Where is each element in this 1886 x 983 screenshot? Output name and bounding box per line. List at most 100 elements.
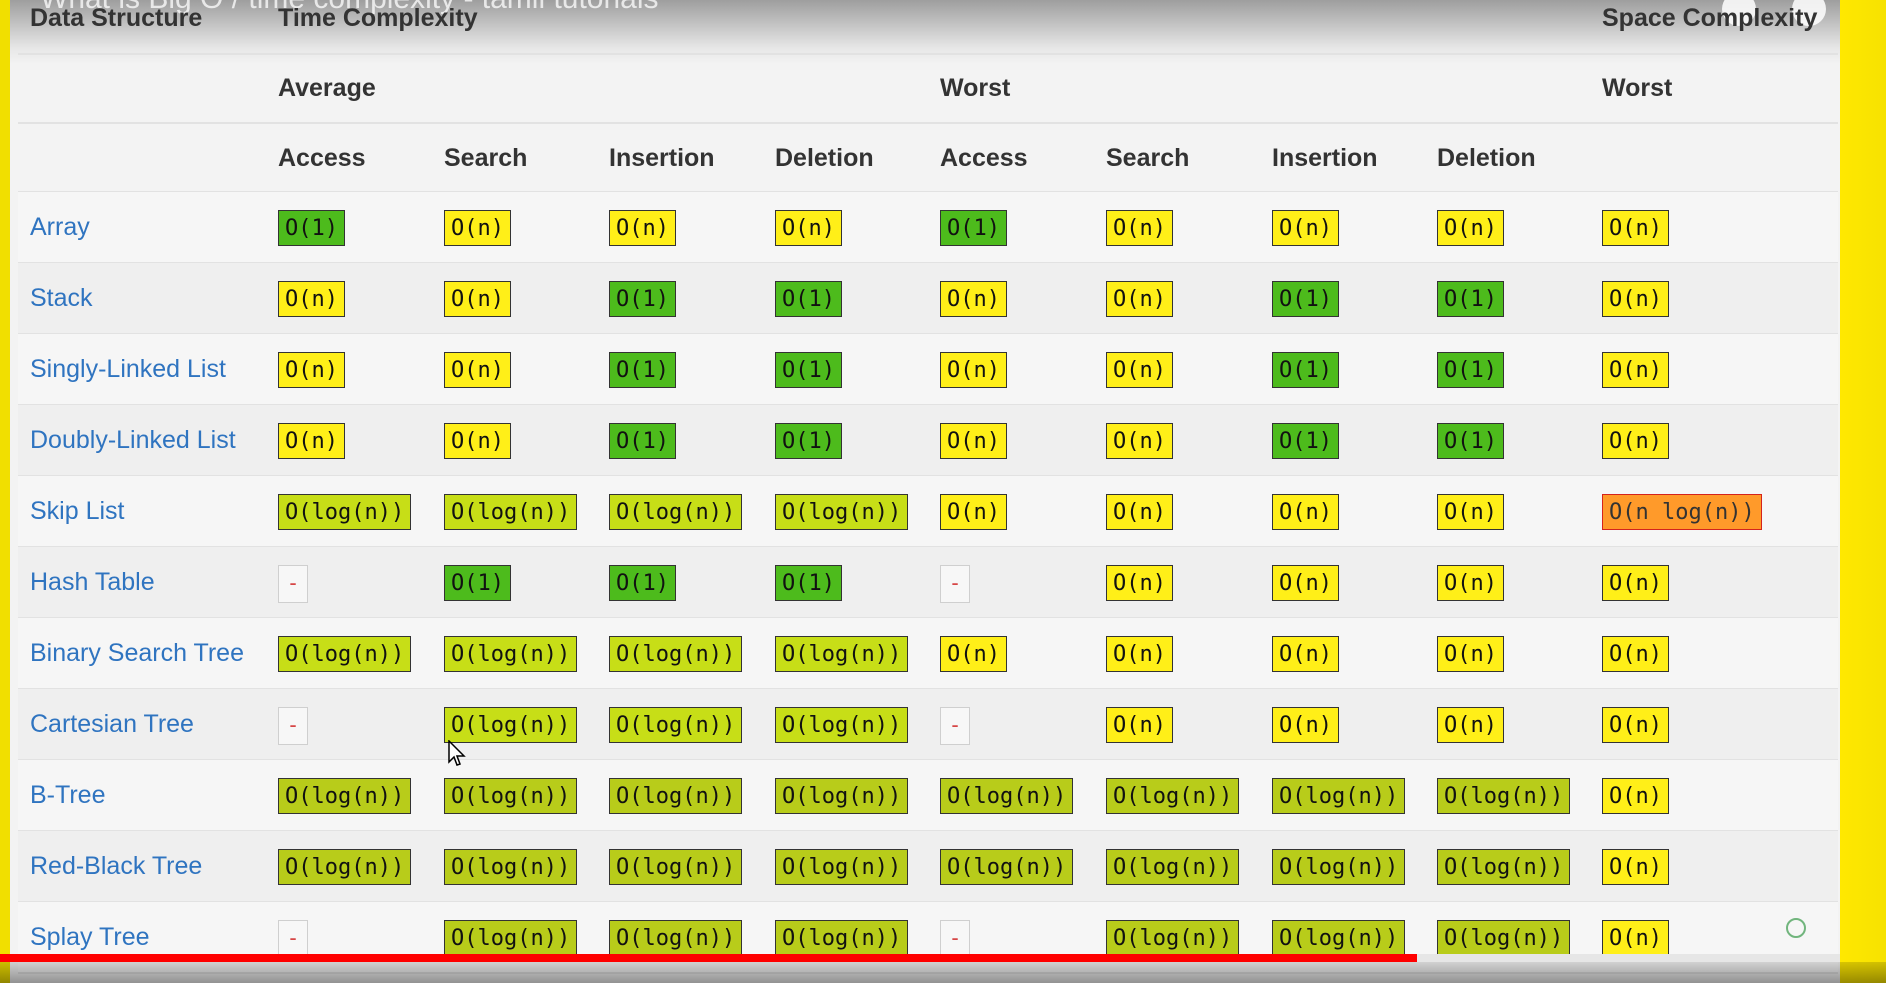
- complexity-badge: O(n): [1602, 636, 1669, 672]
- col-header-space-complexity: Space Complexity: [1602, 4, 1818, 32]
- complexity-badge: O(1): [1437, 352, 1504, 388]
- complexity-empty-cell: -: [940, 707, 970, 745]
- complexity-badge: O(1): [609, 281, 676, 317]
- complexity-badge: O(log(n)): [1272, 849, 1406, 885]
- table-row: Binary Search Tree O(log(n)) O(log(n)) O(lo…: [18, 618, 1838, 690]
- complexity-badge: O(n): [1272, 565, 1339, 601]
- complexity-badge: O(log(n)): [1437, 778, 1571, 814]
- complexity-badge: O(log(n)): [444, 920, 578, 956]
- complexity-badge: O(1): [609, 423, 676, 459]
- complexity-badge: O(log(n)): [775, 707, 909, 743]
- complexity-badge: O(1): [1437, 281, 1504, 317]
- complexity-empty-cell: -: [278, 565, 308, 603]
- data-structure-link[interactable]: Cartesian Tree: [30, 689, 194, 760]
- complexity-badge: O(log(n)): [444, 494, 578, 530]
- op-header-search: Search: [1106, 144, 1190, 172]
- op-header-insertion: Insertion: [609, 144, 715, 172]
- table-row: Singly-Linked List O(n) O(n) O(1) O(1) O(n) O(…: [18, 334, 1838, 406]
- complexity-badge: O(log(n)): [1106, 920, 1240, 956]
- complexity-badge: O(n): [278, 423, 345, 459]
- data-structure-link[interactable]: Skip List: [30, 476, 124, 547]
- table-row: Skip List O(log(n)) O(log(n)) O(log(n)) O(lo…: [18, 476, 1838, 548]
- data-structure-link[interactable]: Red-Black Tree: [30, 831, 202, 902]
- complexity-badge: O(log(n)): [940, 849, 1074, 885]
- complexity-badge: O(log(n)): [444, 636, 578, 672]
- complexity-badge: O(n): [1272, 636, 1339, 672]
- table-row: Doubly-Linked List O(n) O(n) O(1) O(1) O(n) O(…: [18, 405, 1838, 477]
- complexity-badge: O(n): [940, 636, 1007, 672]
- complexity-badge: O(log(n)): [609, 778, 743, 814]
- video-progress-bar[interactable]: [0, 954, 1840, 962]
- complexity-badge: O(n): [278, 352, 345, 388]
- left-yellow-border: [0, 0, 10, 983]
- data-structure-link[interactable]: Hash Table: [30, 547, 155, 618]
- complexity-badge: O(log(n)): [1272, 778, 1406, 814]
- complexity-badge: O(n): [1602, 707, 1669, 743]
- complexity-badge: O(n): [940, 352, 1007, 388]
- data-structure-link[interactable]: B-Tree: [30, 760, 105, 831]
- complexity-badge: O(n log(n)): [1602, 494, 1762, 530]
- data-structure-link[interactable]: Stack: [30, 263, 93, 334]
- col-header-time-complexity: Time Complexity: [278, 4, 478, 32]
- complexity-badge: O(log(n)): [1437, 920, 1571, 956]
- complexity-badge: O(log(n)): [609, 849, 743, 885]
- op-header-deletion: Deletion: [1437, 144, 1536, 172]
- complexity-badge: O(log(n)): [609, 494, 743, 530]
- complexity-badge: O(log(n)): [775, 778, 909, 814]
- complexity-badge: O(n): [1106, 210, 1173, 246]
- complexity-empty-cell: -: [278, 707, 308, 745]
- complexity-badge: O(n): [1437, 636, 1504, 672]
- complexity-badge: O(n): [940, 423, 1007, 459]
- complexity-badge: O(1): [444, 565, 511, 601]
- complexity-badge: O(n): [444, 423, 511, 459]
- complexity-badge: O(n): [1602, 565, 1669, 601]
- subheader-space-worst: Worst: [1602, 74, 1673, 102]
- complexity-badge: O(log(n)): [1106, 849, 1240, 885]
- op-header-insertion: Insertion: [1272, 144, 1378, 172]
- complexity-badge: O(1): [1272, 352, 1339, 388]
- complexity-badge: O(1): [609, 352, 676, 388]
- complexity-badge: O(log(n)): [609, 920, 743, 956]
- table-row: B-Tree O(log(n)) O(log(n)) O(log(n)) O(log(n…: [18, 760, 1838, 832]
- data-structure-link[interactable]: Binary Search Tree: [30, 618, 244, 689]
- complexity-badge: O(1): [775, 352, 842, 388]
- video-player-controls[interactable]: [0, 962, 1886, 983]
- complexity-badge: O(n): [1272, 707, 1339, 743]
- data-structure-link[interactable]: Doubly-Linked List: [30, 405, 236, 476]
- data-structure-link[interactable]: Singly-Linked List: [30, 334, 226, 405]
- complexity-badge: O(n): [444, 352, 511, 388]
- complexity-badge: O(n): [940, 494, 1007, 530]
- header-divider: [18, 53, 1838, 55]
- complexity-badge: O(log(n)): [775, 920, 909, 956]
- table-row: Red-Black Tree O(log(n)) O(log(n)) O(log(n)…: [18, 831, 1838, 903]
- complexity-badge: O(1): [1272, 423, 1339, 459]
- complexity-badge: O(log(n)): [940, 778, 1074, 814]
- op-header-access: Access: [278, 144, 366, 172]
- complexity-badge: O(log(n)): [444, 707, 578, 743]
- complexity-badge: O(n): [1106, 494, 1173, 530]
- complexity-badge: O(log(n)): [775, 849, 909, 885]
- complexity-badge: O(1): [1437, 423, 1504, 459]
- table-row: Array O(1) O(n) O(n) O(n) O(1) O(n) O(n) O(n) O(n…: [18, 192, 1838, 264]
- guvi-watermark-icon: [1786, 914, 1832, 942]
- complexity-badge: O(n): [1602, 352, 1669, 388]
- complexity-badge: O(log(n)): [775, 494, 909, 530]
- complexity-badge: O(n): [1106, 423, 1173, 459]
- complexity-badge: O(n): [940, 281, 1007, 317]
- data-structure-link[interactable]: Array: [30, 192, 90, 263]
- complexity-empty-cell: -: [940, 920, 970, 958]
- complexity-badge: O(log(n)): [1437, 849, 1571, 885]
- complexity-badge: O(n): [1602, 210, 1669, 246]
- complexity-badge: O(n): [775, 210, 842, 246]
- mouse-cursor-icon: [448, 740, 466, 766]
- complexity-badge: O(n): [444, 281, 511, 317]
- complexity-badge: O(log(n)): [609, 636, 743, 672]
- table-row: Stack O(n) O(n) O(1) O(1) O(n) O(n) O(1) O(1) O(n…: [18, 263, 1838, 335]
- complexity-badge: O(log(n)): [278, 494, 412, 530]
- complexity-badge: O(n): [609, 210, 676, 246]
- complexity-badge: O(n): [1437, 565, 1504, 601]
- col-header-data-structure: Data Structure: [30, 4, 203, 32]
- complexity-badge: O(log(n)): [609, 707, 743, 743]
- complexity-badge: O(n): [1272, 210, 1339, 246]
- complexity-badge: O(n): [1437, 210, 1504, 246]
